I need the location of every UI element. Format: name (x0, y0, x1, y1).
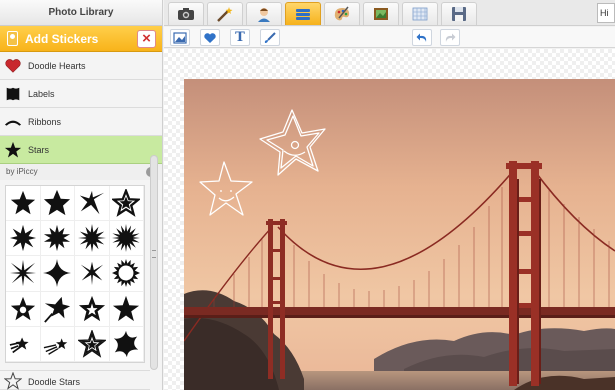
category-label: Doodle Stars (28, 377, 81, 387)
redo-button[interactable] (440, 29, 460, 46)
sticker-star-13[interactable] (6, 291, 41, 327)
draw-button[interactable] (260, 29, 280, 46)
person-icon (258, 8, 270, 22)
sticker-icon (7, 31, 18, 46)
sticker-star-8[interactable] (109, 221, 144, 257)
magic-wand-icon (217, 7, 233, 22)
paint-palette-icon (334, 6, 350, 21)
sticker-star-6[interactable] (40, 221, 75, 257)
category-doodle-stars[interactable]: Doodle Stars (0, 370, 150, 390)
sticker-star-5[interactable] (6, 221, 41, 257)
redo-icon (445, 33, 456, 42)
sticker-star-1[interactable] (6, 186, 41, 222)
category-label: Ribbons (28, 117, 62, 127)
sticker-grid (5, 185, 145, 363)
sticker-star-4[interactable] (109, 186, 144, 222)
sticker-star-18[interactable] (40, 326, 75, 362)
photo-image (184, 79, 615, 390)
image-icon (173, 31, 187, 44)
save-icon (452, 7, 466, 21)
frame-icon (374, 8, 388, 20)
category-ribbons[interactable]: Ribbons (0, 108, 162, 136)
camera-icon (178, 8, 194, 20)
sticker-scrollbar[interactable] (150, 155, 158, 370)
sticker-star-19[interactable] (75, 326, 110, 362)
tab-touchup[interactable] (246, 2, 282, 25)
sticker-star-3[interactable] (75, 186, 110, 222)
label-icon (6, 87, 20, 101)
add-text-button[interactable]: T (230, 29, 250, 46)
undo-icon (416, 33, 427, 42)
tab-effects[interactable] (207, 2, 243, 25)
sticker-star-12[interactable] (109, 256, 144, 292)
tab-layers[interactable] (285, 2, 321, 25)
scrollbar-grip[interactable] (152, 250, 156, 258)
author-credit-text: by iPiccy (6, 167, 38, 176)
undo-button[interactable] (412, 29, 432, 46)
sticker-star-14[interactable] (40, 291, 75, 327)
tab-textures[interactable] (402, 2, 438, 25)
heart-icon (5, 59, 21, 73)
layers-icon (296, 9, 310, 20)
sticker-star-10[interactable] (40, 256, 75, 292)
category-label: Labels (28, 89, 55, 99)
sticker-star-7[interactable] (75, 221, 110, 257)
add-sticker-button[interactable] (200, 29, 220, 46)
ribbon-icon (4, 120, 22, 126)
category-labels[interactable]: Labels (0, 80, 162, 108)
texture-icon (412, 7, 428, 21)
main-toolbar: Hi A (164, 0, 615, 26)
sticker-star-16[interactable] (109, 291, 144, 327)
text-icon: T (235, 30, 245, 45)
sticker-star-9[interactable] (6, 256, 41, 292)
sticker-star-2[interactable] (40, 186, 75, 222)
heart-icon (204, 32, 216, 43)
tab-save[interactable] (441, 2, 477, 25)
left-panel: Photo Library Add Stickers × Doodle Hear… (0, 0, 163, 390)
category-doodle-hearts[interactable]: Doodle Hearts (0, 52, 162, 80)
tab-paint[interactable] (324, 2, 360, 25)
category-label: Doodle Hearts (28, 61, 86, 71)
doodle-star-icon (4, 372, 22, 390)
add-image-button[interactable] (170, 29, 190, 46)
sticker-panel-title: Add Stickers (25, 32, 99, 46)
close-button[interactable]: × (137, 30, 156, 48)
tab-camera[interactable] (168, 2, 204, 25)
photo-library-tab[interactable]: Photo Library (0, 0, 162, 26)
author-credit: by iPiccy i (0, 164, 162, 180)
category-label: Stars (28, 145, 50, 155)
brush-icon (264, 31, 276, 43)
editor-canvas[interactable] (164, 49, 615, 390)
sticker-star-15[interactable] (75, 291, 110, 327)
photo-golden-gate-bridge[interactable] (184, 79, 615, 390)
tool-bar: T (164, 27, 615, 48)
tab-frames[interactable] (363, 2, 399, 25)
user-greeting[interactable]: Hi A (597, 3, 615, 23)
category-stars[interactable]: Stars (0, 136, 162, 164)
sticker-star-11[interactable] (75, 256, 110, 292)
sticker-star-20[interactable] (109, 326, 144, 362)
star-icon (4, 141, 22, 158)
sticker-panel-header: Add Stickers × (0, 26, 162, 52)
sticker-star-17[interactable] (6, 326, 41, 362)
